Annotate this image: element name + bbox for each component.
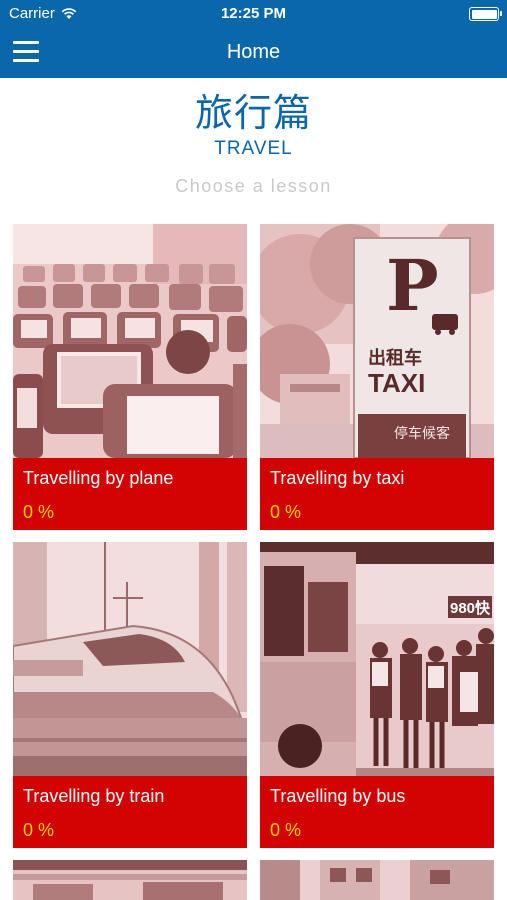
lesson-progress: 0 % xyxy=(270,502,302,522)
bus-route-sign: 980快 xyxy=(450,599,491,617)
nav-title: Home xyxy=(226,41,281,63)
english-title: TRAVEL xyxy=(214,138,293,159)
lesson-info-band: Travelling by train 0 % xyxy=(13,776,247,848)
navigation-bar: Home xyxy=(0,28,507,78)
choose-lesson-subtitle: Choose a lesson xyxy=(175,176,332,196)
lesson-progress: 0 % xyxy=(23,502,55,522)
lesson-progress: 0 % xyxy=(270,820,302,840)
lesson-card-plane[interactable]: Travelling by plane 0 % xyxy=(13,224,247,530)
lesson-title: Travelling by plane xyxy=(23,468,174,488)
taxi-sign-waiting: 停车候客 xyxy=(394,425,450,442)
taxi-stand-photo: P 出租车 TAXI 停车候客 xyxy=(260,224,494,458)
lesson-info-band: Travelling by bus 0 % xyxy=(260,776,494,848)
lesson-title: Travelling by bus xyxy=(270,786,406,806)
taxi-sign-chinese: 出租车 xyxy=(368,347,422,369)
lesson-progress: 0 % xyxy=(23,820,55,840)
lesson-card-bus[interactable]: 980快 Travelling by bus 0 % xyxy=(260,542,494,848)
taxi-sign-letter: P xyxy=(386,244,439,327)
high-speed-train-photo xyxy=(13,542,247,776)
lesson-card-train[interactable]: Travelling by train 0 % xyxy=(13,542,247,848)
lesson-card-partial[interactable] xyxy=(13,860,247,900)
chinese-title: 旅行篇 xyxy=(194,91,312,135)
taxi-sign-english: TAXI xyxy=(368,368,425,398)
lesson-card-taxi[interactable]: P 出租车 TAXI 停车候客 Travelling by taxi 0 % xyxy=(260,224,494,530)
plane-cabin-photo xyxy=(13,224,247,458)
status-bar: Carrier 12:25 PM xyxy=(0,0,507,28)
page-heading: 旅行篇 TRAVEL xyxy=(0,90,507,160)
lesson-title: Travelling by taxi xyxy=(270,468,405,488)
lesson-info-band: Travelling by plane 0 % xyxy=(13,458,247,530)
battery-icon xyxy=(469,7,502,21)
status-time: 12:25 PM xyxy=(220,5,287,22)
bus-station-photo: 980快 xyxy=(260,542,494,776)
lesson-title: Travelling by train xyxy=(23,786,165,806)
lesson-info-band: Travelling by taxi 0 % xyxy=(260,458,494,530)
lesson-card-partial[interactable] xyxy=(260,860,494,900)
